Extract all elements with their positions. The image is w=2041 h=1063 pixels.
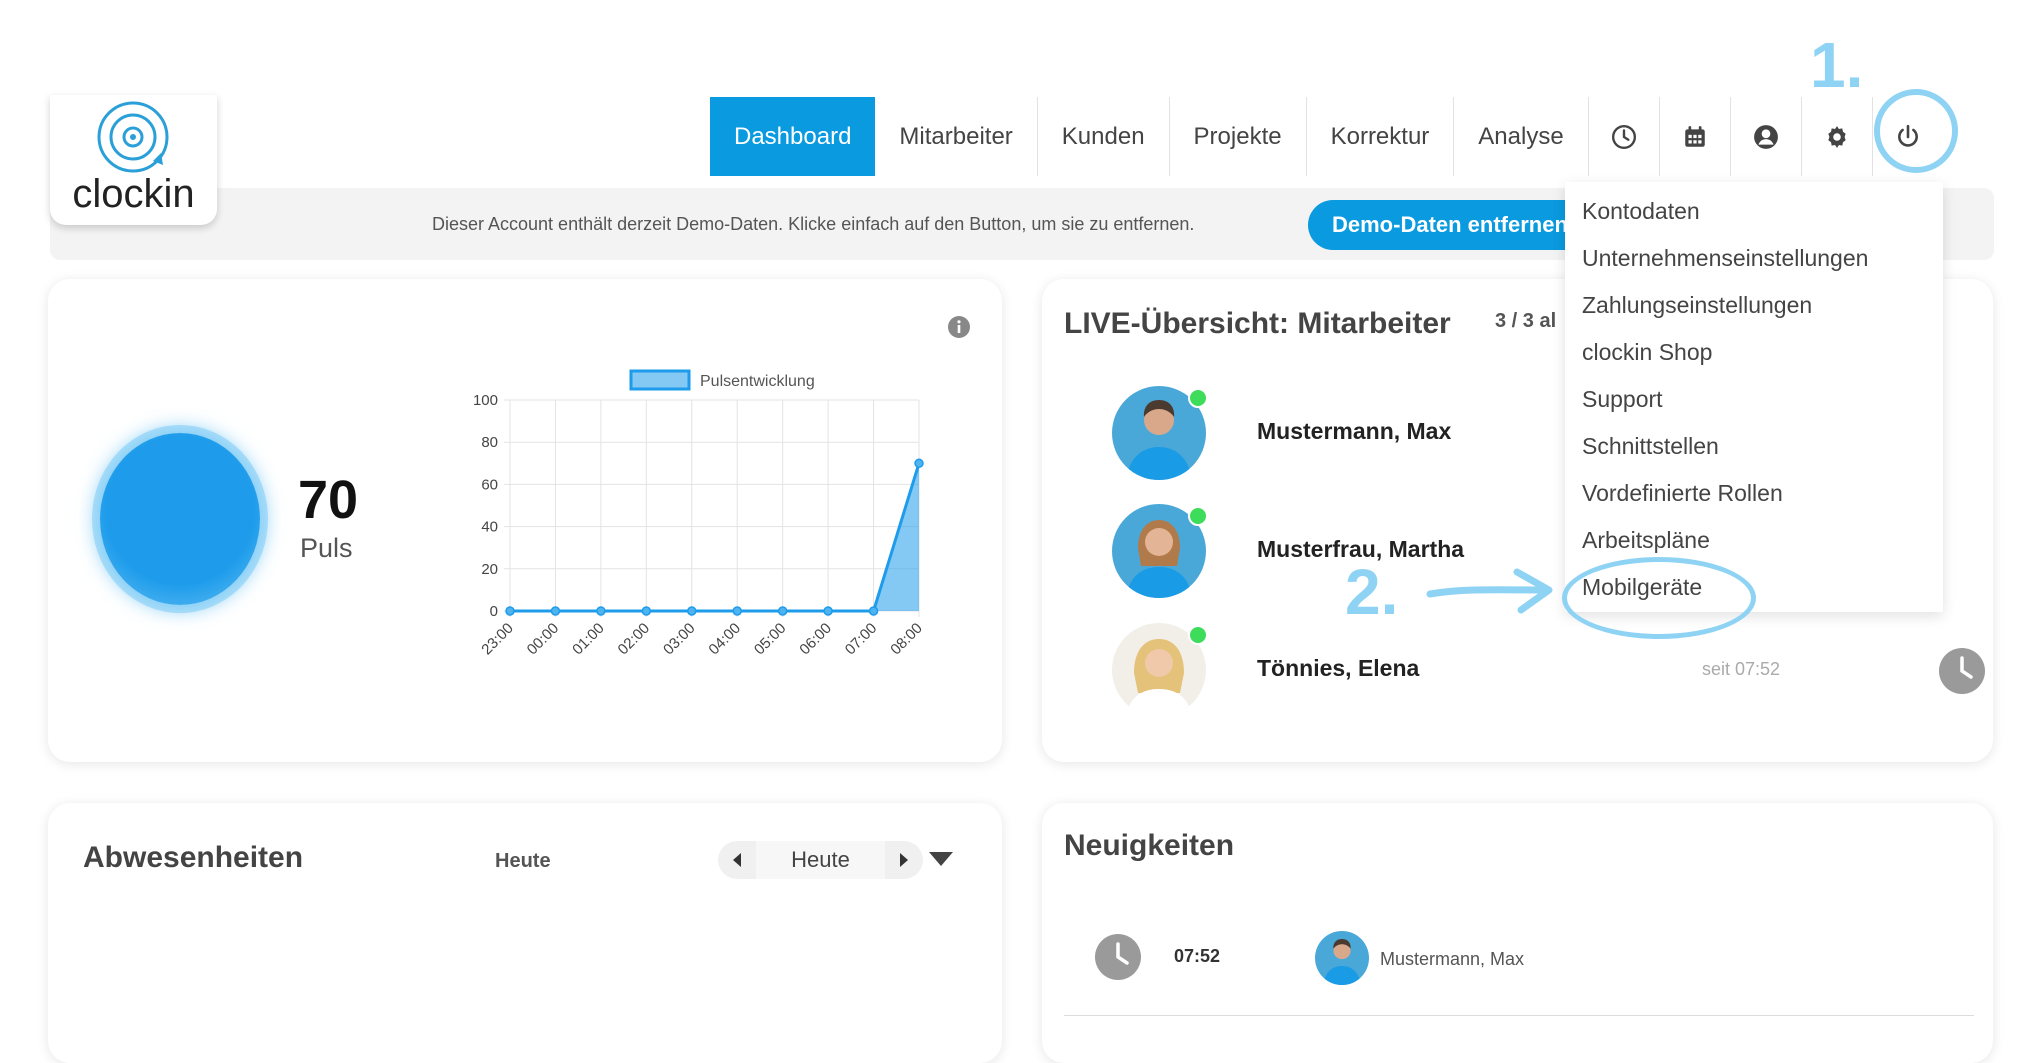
- settings-dropdown: Kontodaten Unternehmenseinstellungen Zah…: [1565, 182, 1943, 612]
- logo[interactable]: clockin: [50, 95, 217, 225]
- chart-x-tick-label: 04:00: [705, 620, 744, 659]
- chart-data-point: [732, 606, 742, 616]
- date-navigator: Heute: [718, 841, 923, 879]
- pulse-card: 70 Puls 0 20 40 60 80 100 23:00 00:00 01:00 02:00…: [48, 279, 1002, 762]
- chart-data-point: [914, 458, 924, 469]
- menu-item-vordefinierte-rollen[interactable]: Vordefinierte Rollen: [1582, 480, 1783, 507]
- nav-analyse[interactable]: Analyse: [1454, 97, 1589, 176]
- nav-settings[interactable]: [1802, 97, 1873, 176]
- chart-series-line: [510, 462, 921, 613]
- chart-x-tick-label: 00:00: [524, 620, 563, 659]
- user-icon: [1753, 124, 1778, 149]
- chart-data-point: [868, 606, 879, 616]
- chart-y-tick-label: 40: [481, 519, 498, 536]
- pulse-indicator: [100, 433, 260, 605]
- next-day-button[interactable]: [885, 841, 923, 879]
- chart-data-point: [550, 606, 561, 616]
- clockin-logo-icon: [97, 101, 169, 173]
- menu-item-arbeitsplaene[interactable]: Arbeitspläne: [1582, 527, 1710, 554]
- employee-row[interactable]: Tönnies, Elena seit 07:52: [1112, 623, 1985, 719]
- pulse-label: Puls: [300, 533, 353, 563]
- avatar: [1315, 931, 1369, 985]
- absences-filter-label: Heute: [495, 850, 551, 872]
- annotation-circle-settings: [1874, 89, 1958, 173]
- date-display[interactable]: Heute: [756, 841, 885, 879]
- gear-icon: [1828, 125, 1846, 148]
- divider: [1064, 1015, 1974, 1016]
- chart-y-tick-label: 80: [481, 434, 498, 451]
- chart-x-tick-label: 07:00: [842, 620, 881, 659]
- clock-icon[interactable]: [1938, 647, 1986, 695]
- caret-right-icon: [900, 853, 908, 867]
- annotation-ellipse-mobilgeraete: [1562, 557, 1756, 639]
- info-icon[interactable]: [947, 315, 971, 339]
- employee-name: Mustermann, Max: [1257, 418, 1452, 444]
- chart-y-tick-label: 60: [481, 476, 498, 493]
- chart-y-tick-label: 0: [490, 603, 498, 620]
- chart-data-point: [687, 606, 697, 616]
- main-nav: Dashboard Mitarbeiter Kunden Projekte Ko…: [710, 97, 1943, 176]
- clock-icon: [1611, 124, 1636, 149]
- chart-data-point: [777, 606, 788, 616]
- chart-x-tick-label: 05:00: [751, 620, 790, 659]
- live-overview-count: 3 / 3 al: [1495, 310, 1557, 332]
- chart-legend-label: Pulsentwicklung: [700, 373, 815, 390]
- calendar-icon: [1684, 125, 1705, 147]
- chart-x-tick-label: 08:00: [887, 620, 926, 659]
- demo-banner-text: Dieser Account enthält derzeit Demo-Date…: [432, 214, 1195, 234]
- live-overview-title: LIVE-Übersicht: Mitarbeiter: [1064, 307, 1451, 340]
- nav-mitarbeiter[interactable]: Mitarbeiter: [875, 97, 1038, 176]
- chart-data-point: [505, 606, 515, 616]
- chart-x-tick-label: 01:00: [569, 620, 608, 659]
- nav-kunden[interactable]: Kunden: [1038, 97, 1170, 176]
- chart-x-tick-label: 03:00: [660, 620, 699, 659]
- chart-data-point: [641, 606, 652, 616]
- nav-account[interactable]: [1731, 97, 1802, 176]
- online-status-dot: [1188, 388, 1208, 408]
- employee-name: Tönnies, Elena: [1257, 655, 1420, 681]
- previous-day-button[interactable]: [718, 841, 756, 879]
- news-employee-name: Mustermann, Max: [1380, 949, 1525, 969]
- menu-item-schnittstellen[interactable]: Schnittstellen: [1582, 433, 1719, 460]
- menu-item-kontodaten[interactable]: Kontodaten: [1582, 198, 1700, 225]
- pulse-value: 70: [298, 470, 359, 530]
- nav-time-tracking[interactable]: [1589, 97, 1660, 176]
- employee-since: seit 07:52: [1702, 659, 1781, 679]
- news-title: Neuigkeiten: [1064, 829, 1235, 862]
- chart-x-tick-label: 06:00: [796, 620, 835, 659]
- online-status-dot: [1188, 625, 1208, 645]
- chart-data-point: [823, 606, 833, 616]
- annotation-step-1: 1.: [1810, 29, 1864, 101]
- news-time: 07:52: [1174, 946, 1221, 966]
- menu-item-zahlungseinstellungen[interactable]: Zahlungseinstellungen: [1582, 292, 1812, 319]
- news-card: Neuigkeiten 07:52 Mustermann, Max: [1042, 803, 1993, 1063]
- pulse-chart: 0 20 40 60 80 100 23:00 00:00 01:00 02:00 03:00 04:…: [473, 369, 926, 659]
- absences-title: Abwesenheiten: [83, 841, 304, 874]
- annotation-arrow-icon: [1426, 568, 1553, 614]
- menu-item-unternehmenseinstellungen[interactable]: Unternehmenseinstellungen: [1582, 245, 1868, 272]
- absences-card: Abwesenheiten Heute Heute: [48, 803, 1002, 1063]
- chart-area: [510, 463, 919, 611]
- nav-calendar[interactable]: [1660, 97, 1731, 176]
- menu-item-shop[interactable]: clockin Shop: [1582, 339, 1712, 366]
- menu-item-support[interactable]: Support: [1582, 386, 1663, 413]
- nav-projekte[interactable]: Projekte: [1170, 97, 1307, 176]
- chart-legend-swatch: [629, 369, 691, 391]
- nav-korrektur[interactable]: Korrektur: [1307, 97, 1455, 176]
- nav-dashboard[interactable]: Dashboard: [710, 97, 876, 176]
- clock-icon: [1095, 934, 1141, 980]
- caret-left-icon: [733, 853, 741, 867]
- chart-data-point: [596, 606, 606, 616]
- logo-text: clockin: [72, 172, 195, 216]
- chart-y-tick-label: 100: [473, 392, 498, 409]
- chevron-down-icon[interactable]: [928, 851, 954, 867]
- online-status-dot: [1188, 506, 1208, 526]
- chart-y-tick-label: 20: [481, 561, 498, 578]
- chart-x-tick-label: 23:00: [478, 620, 517, 659]
- chart-x-tick-label: 02:00: [615, 620, 654, 659]
- annotation-step-2: 2.: [1345, 556, 1399, 628]
